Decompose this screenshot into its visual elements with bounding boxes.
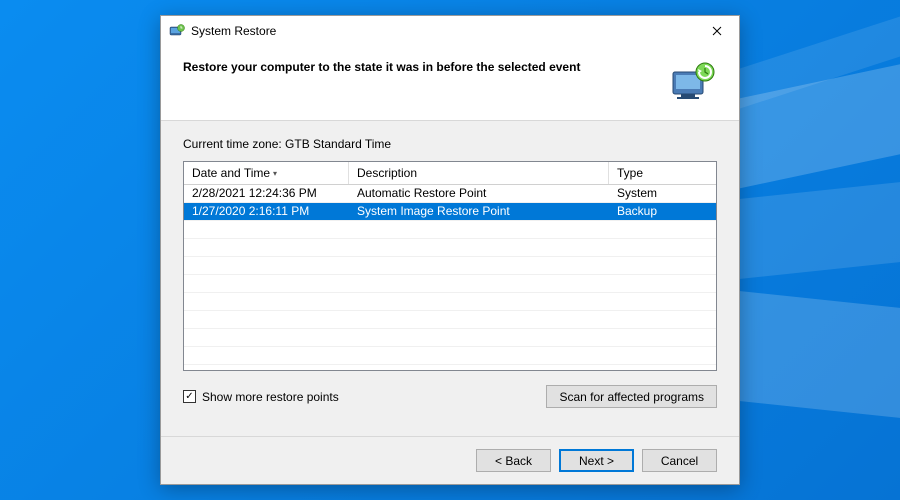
cell-description: Automatic Restore Point (349, 185, 609, 202)
system-restore-icon (169, 23, 185, 39)
table-row-empty (184, 239, 716, 257)
table-row-empty (184, 221, 716, 239)
table-row-empty (184, 293, 716, 311)
back-button[interactable]: < Back (476, 449, 551, 472)
wizard-heading: Restore your computer to the state it wa… (183, 60, 659, 74)
wizard-body: Current time zone: GTB Standard Time Dat… (161, 121, 739, 436)
cell-date-time: 1/27/2020 2:16:11 PM (184, 203, 349, 220)
column-label: Type (617, 166, 643, 180)
column-header-date-time[interactable]: Date and Time ▾ (184, 162, 349, 184)
timezone-label: Current time zone: GTB Standard Time (183, 137, 717, 151)
table-row[interactable]: 2/28/2021 12:24:36 PMAutomatic Restore P… (184, 185, 716, 203)
restore-hero-icon (669, 60, 717, 102)
column-label: Description (357, 166, 417, 180)
scan-affected-button[interactable]: Scan for affected programs (546, 385, 717, 408)
restore-points-table: Date and Time ▾ Description Type 2/28/20… (183, 161, 717, 371)
cell-type: Backup (609, 203, 716, 220)
table-footer-controls: ✓ Show more restore points Scan for affe… (183, 385, 717, 408)
table-body: 2/28/2021 12:24:36 PMAutomatic Restore P… (184, 185, 716, 371)
cell-description: System Image Restore Point (349, 203, 609, 220)
show-more-checkbox[interactable]: ✓ Show more restore points (183, 390, 339, 404)
next-button[interactable]: Next > (559, 449, 634, 472)
column-header-type[interactable]: Type (609, 162, 716, 184)
table-row-empty (184, 347, 716, 365)
table-row[interactable]: 1/27/2020 2:16:11 PMSystem Image Restore… (184, 203, 716, 221)
checkbox-label: Show more restore points (202, 390, 339, 404)
column-header-description[interactable]: Description (349, 162, 609, 184)
table-row-empty (184, 329, 716, 347)
sort-descending-icon: ▾ (273, 169, 277, 178)
window-title: System Restore (191, 24, 694, 38)
table-row-empty (184, 275, 716, 293)
cell-date-time: 2/28/2021 12:24:36 PM (184, 185, 349, 202)
table-row-empty (184, 365, 716, 371)
close-icon (712, 26, 722, 36)
wizard-footer: < Back Next > Cancel (161, 436, 739, 484)
table-row-empty (184, 257, 716, 275)
cancel-button[interactable]: Cancel (642, 449, 717, 472)
wizard-header: Restore your computer to the state it wa… (161, 46, 739, 121)
system-restore-window: System Restore Restore your computer to … (160, 15, 740, 485)
close-button[interactable] (694, 16, 739, 46)
checkbox-icon: ✓ (183, 390, 196, 403)
column-label: Date and Time (192, 166, 270, 180)
table-header: Date and Time ▾ Description Type (184, 162, 716, 185)
cell-type: System (609, 185, 716, 202)
titlebar: System Restore (161, 16, 739, 46)
table-row-empty (184, 311, 716, 329)
